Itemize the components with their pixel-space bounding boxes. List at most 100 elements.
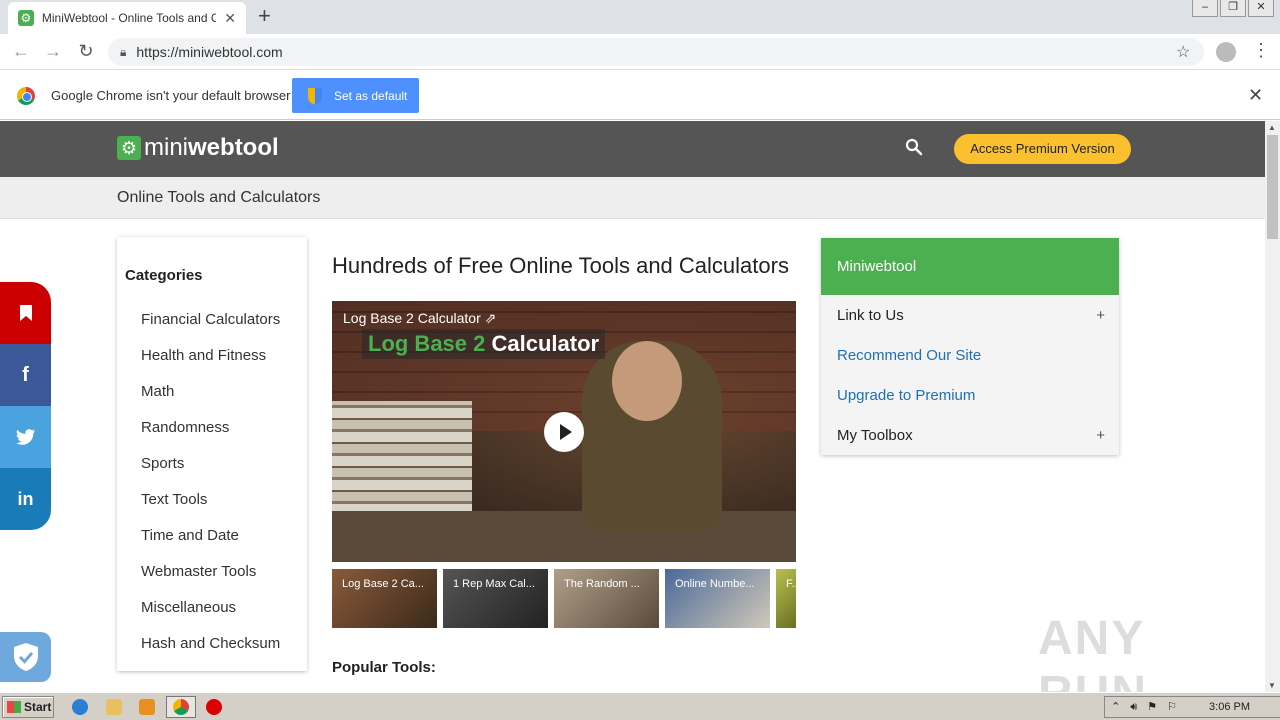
video-thumbnail[interactable]: The Random ... bbox=[554, 569, 659, 628]
categories-panel: Categories Financial Calculators Health … bbox=[117, 237, 307, 671]
thumbnail-label: The Random ... bbox=[564, 578, 640, 590]
system-tray: ⌃🔊︎⚑⚐ 3:06 PM bbox=[1104, 696, 1280, 718]
chrome-logo-icon bbox=[17, 87, 35, 105]
logo-text-part1: mini bbox=[144, 134, 189, 161]
video-title[interactable]: Log Base 2 Calculator ⇗ bbox=[343, 310, 496, 327]
site-header: ⚙ mini webtool Access Premium Version bbox=[0, 121, 1265, 177]
browser-tab[interactable]: ⚙ MiniWebtool - Online Tools and Calcula… bbox=[8, 2, 246, 34]
browser-toolbar: ← → ↻ 🔒︎ https://miniwebtool.com ☆ ⋮ bbox=[0, 34, 1280, 70]
minimize-button[interactable]: – bbox=[1192, 0, 1218, 17]
category-item[interactable]: Miscellaneous bbox=[141, 599, 280, 635]
ie-icon[interactable] bbox=[72, 699, 88, 715]
video-thumbnail[interactable]: Log Base 2 Ca... bbox=[332, 569, 437, 628]
site-logo[interactable]: ⚙ mini webtool bbox=[117, 134, 279, 162]
windows-flag-icon bbox=[7, 701, 21, 713]
twitter-icon bbox=[15, 429, 35, 445]
logo-text-part2: webtool bbox=[188, 134, 279, 161]
infobar-close-icon[interactable]: ✕ bbox=[1248, 85, 1263, 106]
sidebar-header: Miniwebtool bbox=[821, 238, 1119, 295]
profile-avatar[interactable] bbox=[1216, 42, 1236, 62]
media-player-icon[interactable] bbox=[139, 699, 155, 715]
url-text: https://miniwebtool.com bbox=[136, 44, 283, 60]
popular-tools-heading: Popular Tools: bbox=[332, 659, 436, 676]
start-button[interactable]: Start bbox=[2, 696, 54, 718]
thumbnail-label: Log Base 2 Ca... bbox=[342, 578, 424, 590]
linkedin-icon: in bbox=[17, 488, 34, 509]
linkedin-share-button[interactable]: in bbox=[0, 468, 51, 530]
back-button[interactable]: ← bbox=[10, 41, 32, 62]
thumbnail-label: Online Numbe... bbox=[675, 578, 755, 590]
video-desk bbox=[332, 511, 796, 562]
video-player[interactable]: Log Base 2 Calculator ⇗ Log Base 2 Calcu… bbox=[332, 301, 796, 562]
default-browser-infobar: Google Chrome isn't your default browser… bbox=[0, 71, 1280, 120]
video-thumbnail[interactable]: 1 Rep Max Cal... bbox=[443, 569, 548, 628]
security-alert-icon[interactable] bbox=[206, 699, 222, 715]
web-page: ⚙ mini webtool Access Premium Version On… bbox=[0, 121, 1265, 692]
category-item[interactable]: Hash and Checksum bbox=[141, 635, 280, 671]
infobar-message: Google Chrome isn't your default browser bbox=[51, 88, 291, 103]
bookmark-share-button[interactable] bbox=[0, 282, 51, 344]
subheader-bar: Online Tools and Calculators bbox=[0, 177, 1265, 219]
address-bar[interactable]: 🔒︎ https://miniwebtool.com bbox=[108, 38, 1204, 66]
sidebar-item-my-toolbox[interactable]: My Toolbox + bbox=[837, 427, 1105, 444]
set-as-default-label: Set as default bbox=[334, 88, 408, 103]
close-window-button[interactable]: ✕ bbox=[1248, 0, 1274, 17]
sidebar-item-recommend[interactable]: Recommend Our Site bbox=[837, 347, 1105, 364]
bookmark-icon bbox=[19, 305, 32, 321]
logo-gear-icon: ⚙ bbox=[117, 136, 141, 160]
sidebar-item-link-to-us[interactable]: Link to Us + bbox=[837, 307, 1105, 324]
expand-plus-icon[interactable]: + bbox=[1096, 307, 1105, 324]
new-tab-button[interactable]: + bbox=[258, 5, 271, 27]
category-item[interactable]: Time and Date bbox=[141, 527, 280, 563]
forward-button[interactable]: → bbox=[42, 41, 64, 62]
page-scrollbar[interactable]: ▲ ▼ bbox=[1265, 121, 1280, 692]
expand-plus-icon[interactable]: + bbox=[1096, 427, 1105, 444]
share-icon: ⇗ bbox=[484, 310, 497, 326]
gear-icon: ⚙ bbox=[18, 10, 34, 26]
subheader-title: Online Tools and Calculators bbox=[117, 189, 321, 206]
scroll-down-arrow-icon[interactable]: ▼ bbox=[1268, 681, 1276, 690]
anyrun-watermark: ANY RUN bbox=[1038, 612, 1146, 692]
miniwebtool-sidebar: Miniwebtool Link to Us + Recommend Our S… bbox=[821, 238, 1119, 455]
scroll-thumb[interactable] bbox=[1267, 135, 1278, 239]
video-thumbnails: Log Base 2 Ca... 1 Rep Max Cal... The Ra… bbox=[332, 569, 796, 629]
tray-icons: ⌃🔊︎⚑⚐ bbox=[1111, 701, 1188, 713]
menu-kebab-icon[interactable]: ⋮ bbox=[1252, 40, 1270, 61]
chrome-icon bbox=[173, 699, 189, 715]
browser-tabstrip: ⚙ MiniWebtool - Online Tools and Calcula… bbox=[0, 0, 1280, 34]
privacy-shield-button[interactable] bbox=[0, 632, 51, 682]
categories-list: Financial Calculators Health and Fitness… bbox=[141, 311, 280, 671]
thumbnail-label: 1 Rep Max Cal... bbox=[453, 578, 535, 590]
lock-icon: 🔒︎ bbox=[120, 44, 127, 59]
scroll-up-arrow-icon[interactable]: ▲ bbox=[1268, 123, 1276, 132]
category-item[interactable]: Financial Calculators bbox=[141, 311, 280, 347]
category-item[interactable]: Sports bbox=[141, 455, 280, 491]
category-item[interactable]: Math bbox=[141, 383, 280, 419]
reload-button[interactable]: ↻ bbox=[75, 41, 97, 62]
facebook-share-button[interactable]: f bbox=[0, 344, 51, 406]
video-thumbnail[interactable]: Online Numbe... bbox=[665, 569, 770, 628]
thumbnail-label: F... bbox=[786, 578, 796, 590]
sidebar-item-upgrade[interactable]: Upgrade to Premium bbox=[837, 387, 1105, 404]
facebook-icon: f bbox=[22, 363, 29, 386]
category-item[interactable]: Webmaster Tools bbox=[141, 563, 280, 599]
bookmark-star-icon[interactable]: ☆ bbox=[1176, 42, 1190, 62]
categories-title: Categories bbox=[125, 267, 203, 284]
play-button[interactable] bbox=[544, 412, 584, 452]
video-banner: Log Base 2 Calculator bbox=[362, 329, 606, 359]
category-item[interactable]: Randomness bbox=[141, 419, 280, 455]
windows-taskbar: Start ⌃🔊︎⚑⚐ 3:06 PM bbox=[0, 692, 1280, 720]
page-title: Hundreds of Free Online Tools and Calcul… bbox=[332, 253, 789, 278]
restore-button[interactable]: ❐ bbox=[1220, 0, 1246, 17]
access-premium-button[interactable]: Access Premium Version bbox=[954, 134, 1131, 164]
tab-close-icon[interactable]: ✕ bbox=[224, 10, 236, 27]
twitter-share-button[interactable] bbox=[0, 406, 51, 468]
category-item[interactable]: Text Tools bbox=[141, 491, 280, 527]
search-icon[interactable] bbox=[905, 138, 923, 156]
category-item[interactable]: Health and Fitness bbox=[141, 347, 280, 383]
clock: 3:06 PM bbox=[1209, 701, 1250, 713]
set-as-default-button[interactable]: Set as default bbox=[292, 78, 419, 113]
video-thumbnail[interactable]: F... bbox=[776, 569, 796, 628]
explorer-folder-icon[interactable] bbox=[106, 699, 122, 715]
tab-title: MiniWebtool - Online Tools and Calculato… bbox=[41, 11, 217, 25]
